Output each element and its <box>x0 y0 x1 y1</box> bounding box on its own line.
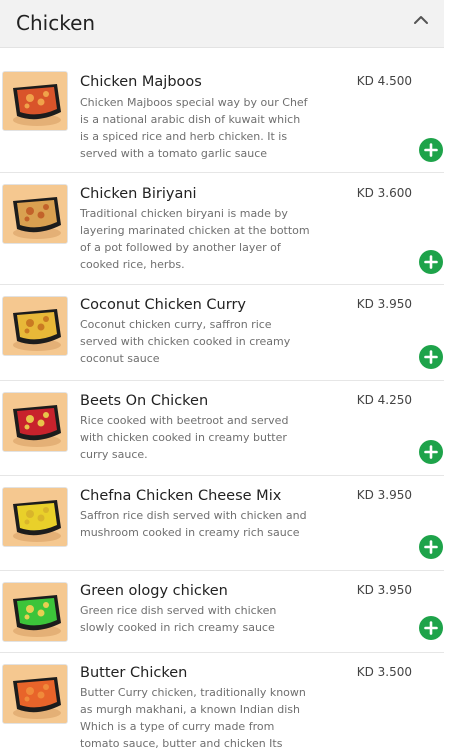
food-photo <box>2 71 68 131</box>
food-photo <box>2 184 68 244</box>
plus-circle-icon[interactable] <box>419 535 443 559</box>
chevron-up-icon[interactable] <box>412 11 430 29</box>
plus-circle-icon[interactable] <box>419 138 443 162</box>
item-name: Chefna Chicken Cheese Mix <box>80 488 282 504</box>
item-name: Butter Chicken <box>80 665 188 681</box>
item-price: KD 3.950 <box>356 488 412 502</box>
item-name: Coconut Chicken Curry <box>80 297 246 313</box>
plus-circle-icon[interactable] <box>419 616 443 640</box>
menu-item[interactable]: Chicken Majboos KD 4.500 Chicken Majboos s… <box>0 52 444 173</box>
menu-item-list: Chicken Majboos KD 4.500 Chicken Majboos s… <box>0 52 444 756</box>
item-name: Beets On Chicken <box>80 393 209 409</box>
plus-circle-icon[interactable] <box>419 440 443 464</box>
item-price: KD 4.250 <box>356 393 412 407</box>
menu-item[interactable]: Coconut Chicken Curry KD 3.950 Coconut chi… <box>0 285 444 381</box>
plus-circle-icon[interactable] <box>419 345 443 369</box>
item-description: Butter Curry chicken, traditionally know… <box>80 686 306 756</box>
menu-item[interactable]: Chicken Biriyani KD 3.600 Traditional chic… <box>0 173 444 285</box>
plus-circle-icon[interactable] <box>419 250 443 274</box>
item-name: Chicken Majboos <box>80 74 202 90</box>
item-description: Chicken Majboos special way by our Chef … <box>80 96 308 160</box>
item-description: Coconut chicken curry, saffron rice serv… <box>80 318 291 365</box>
category-header-chicken[interactable]: Chicken <box>0 0 444 48</box>
menu-item[interactable]: Chefna Chicken Cheese Mix KD 3.950 Saffron… <box>0 476 444 571</box>
food-photo <box>2 296 68 356</box>
food-photo <box>2 582 68 642</box>
item-description: Green rice dish served with chicken slow… <box>80 604 277 634</box>
food-photo <box>2 392 68 452</box>
category-title: Chicken <box>16 11 96 35</box>
item-description: Rice cooked with beetroot and served wit… <box>80 414 289 461</box>
item-price: KD 4.500 <box>356 74 412 88</box>
item-price: KD 3.500 <box>356 665 412 679</box>
item-description: Traditional chicken biryani is made by l… <box>80 207 310 271</box>
item-price: KD 3.600 <box>356 186 412 200</box>
item-description: Saffron rice dish served with chicken an… <box>80 509 307 539</box>
item-name: Chicken Biriyani <box>80 186 197 202</box>
item-price: KD 3.950 <box>356 583 412 597</box>
menu-page: Chicken Chicken Majboos KD 4.500 Chicken M… <box>0 0 456 756</box>
menu-item[interactable]: Beets On Chicken KD 4.250 Rice cooked with… <box>0 381 444 476</box>
item-price: KD 3.950 <box>356 297 412 311</box>
menu-item[interactable]: Butter Chicken KD 3.500 Butter Curry chick… <box>0 653 444 756</box>
food-photo <box>2 487 68 547</box>
menu-item[interactable]: Green ology chicken KD 3.950 Green rice di… <box>0 571 444 653</box>
item-name: Green ology chicken <box>80 583 228 599</box>
food-photo <box>2 664 68 724</box>
